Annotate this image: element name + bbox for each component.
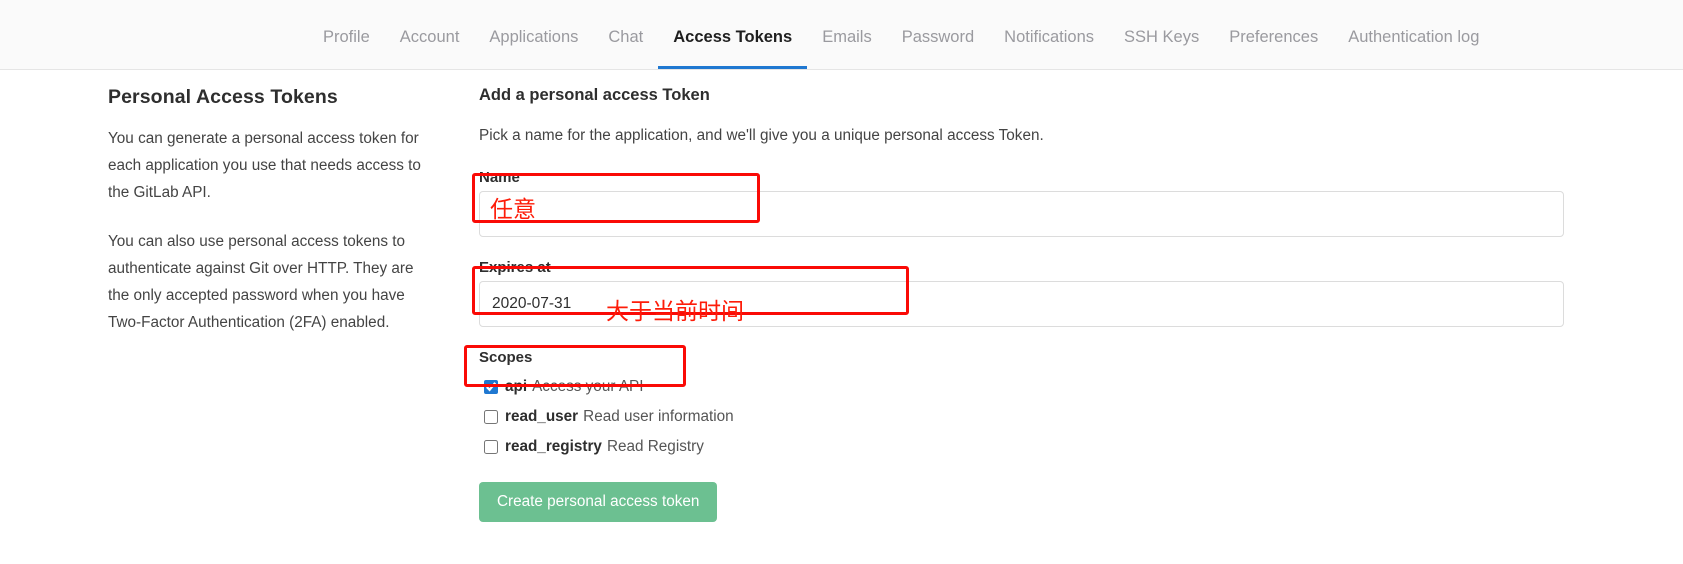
scope-key: read_registry xyxy=(505,438,602,456)
scope-key: api xyxy=(505,378,527,396)
tab-profile[interactable]: Profile xyxy=(308,0,385,69)
tab-access-tokens[interactable]: Access Tokens xyxy=(658,0,807,69)
page-root: Profile Account Applications Chat Access… xyxy=(0,0,1683,564)
tab-label: Chat xyxy=(608,28,643,46)
settings-nav-bar: Profile Account Applications Chat Access… xyxy=(0,0,1683,70)
tab-label: Password xyxy=(902,28,974,46)
sidebar-description: Personal Access Tokens You can generate … xyxy=(108,86,448,358)
scope-checkbox-api[interactable] xyxy=(484,380,498,394)
tab-preferences[interactable]: Preferences xyxy=(1214,0,1333,69)
scope-row-api[interactable]: api Access your API xyxy=(479,372,1569,402)
scope-description: Access your API xyxy=(532,378,643,396)
form-heading: Add a personal access Token xyxy=(479,86,1569,105)
tab-applications[interactable]: Applications xyxy=(474,0,593,69)
tab-label: Access Tokens xyxy=(673,28,792,46)
scope-description: Read user information xyxy=(583,408,734,426)
scopes-label: Scopes xyxy=(479,349,1569,366)
expires-at-label: Expires at xyxy=(479,259,1569,276)
expires-field-group: Expires at xyxy=(479,259,1569,327)
tab-label: Emails xyxy=(822,28,872,46)
tab-label: Notifications xyxy=(1004,28,1094,46)
scope-description: Read Registry xyxy=(607,438,704,456)
tab-password[interactable]: Password xyxy=(887,0,989,69)
tab-emails[interactable]: Emails xyxy=(807,0,887,69)
tab-chat[interactable]: Chat xyxy=(593,0,658,69)
tab-label: Authentication log xyxy=(1348,28,1479,46)
settings-nav-list: Profile Account Applications Chat Access… xyxy=(308,0,1494,70)
tab-label: Applications xyxy=(489,28,578,46)
scope-row-read-user[interactable]: read_user Read user information xyxy=(479,402,1569,432)
scopes-group: Scopes api Access your API read_user Rea… xyxy=(479,349,1569,462)
create-personal-access-token-button[interactable]: Create personal access token xyxy=(479,482,717,522)
tab-label: Preferences xyxy=(1229,28,1318,46)
name-field-group: Name xyxy=(479,169,1569,237)
tab-label: SSH Keys xyxy=(1124,28,1199,46)
tab-label: Account xyxy=(400,28,460,46)
scope-row-read-registry[interactable]: read_registry Read Registry xyxy=(479,432,1569,462)
token-name-input[interactable] xyxy=(479,191,1564,237)
expires-at-input[interactable] xyxy=(479,281,1564,327)
sidebar-paragraph-1: You can generate a personal access token… xyxy=(108,125,438,206)
tab-label: Profile xyxy=(323,28,370,46)
form-subtitle: Pick a name for the application, and we'… xyxy=(479,125,1569,147)
scope-checkbox-read-registry[interactable] xyxy=(484,440,498,454)
sidebar-paragraph-2: You can also use personal access tokens … xyxy=(108,228,438,336)
add-token-form: Add a personal access Token Pick a name … xyxy=(479,86,1569,522)
name-label: Name xyxy=(479,169,1569,186)
scope-key: read_user xyxy=(505,408,578,426)
tab-ssh-keys[interactable]: SSH Keys xyxy=(1109,0,1214,69)
tab-notifications[interactable]: Notifications xyxy=(989,0,1109,69)
tab-account[interactable]: Account xyxy=(385,0,475,69)
page-title: Personal Access Tokens xyxy=(108,86,448,109)
tab-authentication-log[interactable]: Authentication log xyxy=(1333,0,1494,69)
scope-checkbox-read-user[interactable] xyxy=(484,410,498,424)
